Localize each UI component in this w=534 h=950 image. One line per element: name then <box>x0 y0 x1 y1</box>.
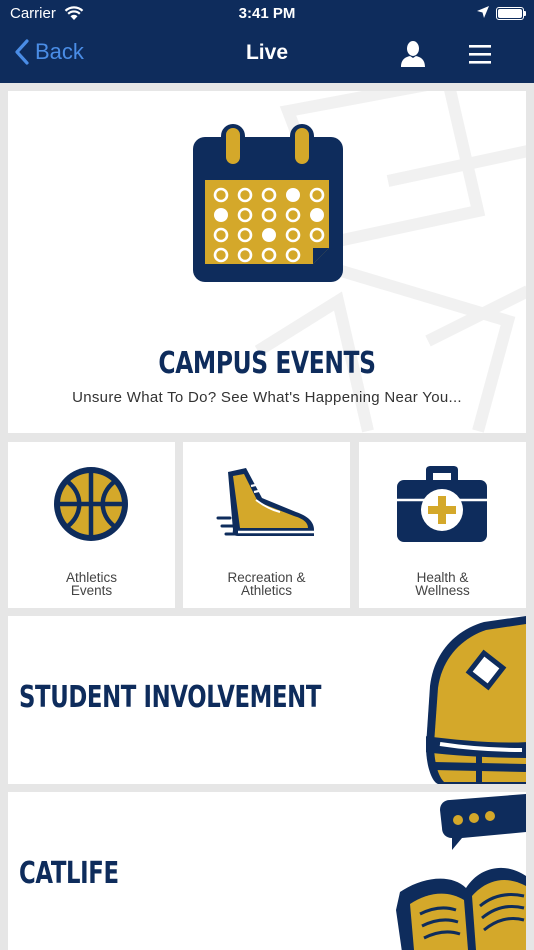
campus-events-title: CAMPUS EVENTS <box>158 346 376 381</box>
campus-events-subtitle: Unsure What To Do? See What's Happening … <box>72 389 462 406</box>
hamburger-menu-icon[interactable] <box>468 42 492 66</box>
location-arrow-icon <box>477 6 489 18</box>
battery-icon <box>496 7 526 20</box>
page-title: Live <box>245 41 289 64</box>
athletics-events-label: Athletics Events <box>65 570 118 598</box>
book-chat-icon <box>396 794 526 950</box>
recreation-athletics-tile[interactable]: Recreation & Athletics <box>183 442 350 608</box>
calendar-icon <box>193 124 343 282</box>
backpack-icon <box>426 616 526 784</box>
status-time: 3:41 PM <box>238 5 296 22</box>
recreation-athletics-label: Recreation & Athletics <box>227 570 306 598</box>
campus-events-card[interactable]: CAMPUS EVENTS Unsure What To Do? See Wha… <box>8 91 526 433</box>
status-bar: Carrier 3:41 PM <box>0 0 534 28</box>
basketball-icon <box>54 467 128 541</box>
student-involvement-title: STUDENT INVOLVEMENT <box>19 680 322 715</box>
athletics-events-tile[interactable]: Athletics Events <box>8 442 175 608</box>
profile-icon[interactable] <box>400 40 426 68</box>
student-involvement-card[interactable]: STUDENT INVOLVEMENT <box>8 616 526 784</box>
sneaker-icon <box>216 468 314 536</box>
catlife-title: CATLIFE <box>19 856 119 891</box>
health-wellness-label: Health & Wellness <box>415 570 470 598</box>
health-wellness-tile[interactable]: Health & Wellness <box>359 442 526 608</box>
catlife-card[interactable]: CATLIFE <box>8 792 526 950</box>
medical-bag-icon <box>397 466 487 542</box>
navigation-bar: Back Live <box>0 28 534 83</box>
